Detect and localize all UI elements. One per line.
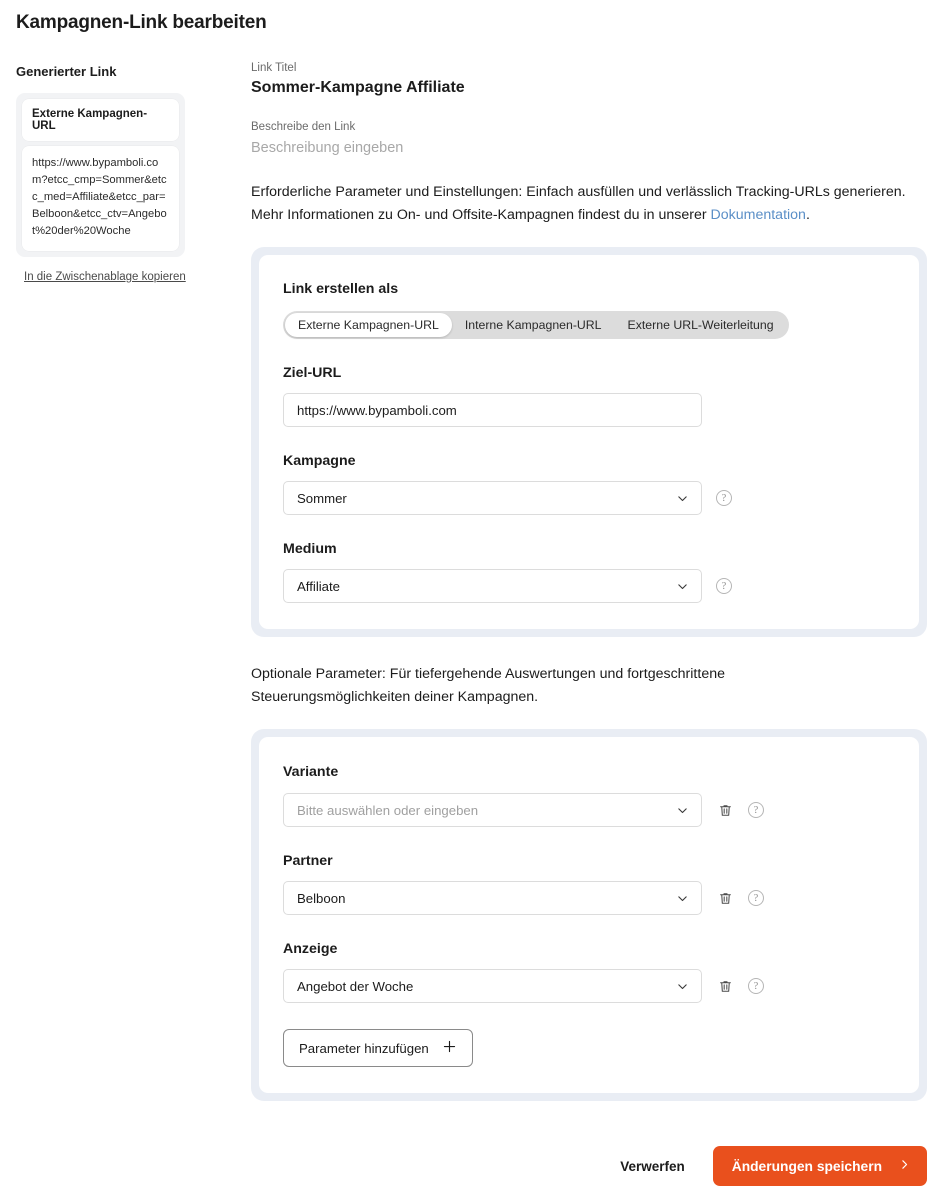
- discard-button[interactable]: Verwerfen: [614, 1158, 691, 1175]
- medium-help-icon[interactable]: ?: [716, 578, 732, 594]
- variante-select-value: Bitte auswählen oder eingeben: [297, 802, 479, 818]
- documentation-link[interactable]: Dokumentation: [711, 207, 806, 223]
- page-title: Kampagnen-Link bearbeiten: [16, 12, 267, 33]
- link-description-label: Beschreibe den Link: [251, 121, 356, 133]
- tab-externe-kampagnen-url[interactable]: Externe Kampagnen-URL: [285, 313, 452, 337]
- variante-label: Variante: [283, 764, 339, 780]
- chevron-down-icon: [676, 580, 689, 593]
- optional-parameters-card: Variante Bitte auswählen oder eingeben ?: [251, 729, 927, 1101]
- target-url-label: Ziel-URL: [283, 365, 342, 381]
- chevron-down-icon: [676, 804, 689, 817]
- anzeige-trash-icon[interactable]: [716, 977, 734, 995]
- required-parameters-card: Link erstellen als Externe Kampagnen-URL…: [251, 247, 927, 637]
- partner-label: Partner: [283, 853, 333, 869]
- generated-link-panel: Externe Kampagnen-URL https://www.bypamb…: [16, 93, 185, 258]
- partner-select-value: Belboon: [297, 890, 346, 906]
- anzeige-select-value: Angebot der Woche: [297, 978, 414, 994]
- anzeige-select[interactable]: Angebot der Woche: [283, 969, 702, 1003]
- partner-trash-icon[interactable]: [716, 889, 734, 907]
- variante-select[interactable]: Bitte auswählen oder eingeben: [283, 793, 702, 827]
- medium-select[interactable]: Affiliate: [283, 569, 702, 603]
- link-type-segmented-control[interactable]: Externe Kampagnen-URL Interne Kampagnen-…: [283, 311, 789, 339]
- campaign-select-value: Sommer: [297, 490, 347, 506]
- campaign-select[interactable]: Sommer: [283, 481, 702, 515]
- form-footer: Verwerfen Änderungen speichern: [614, 1146, 927, 1186]
- campaign-label: Kampagne: [283, 453, 356, 469]
- chevron-down-icon: [676, 980, 689, 993]
- chevron-down-icon: [676, 892, 689, 905]
- sidebar-heading: Generierter Link: [16, 64, 117, 79]
- intro-paragraph: Erforderliche Parameter und Einstellunge…: [251, 181, 911, 227]
- plus-icon: [442, 1039, 457, 1057]
- link-title-label: Link Titel: [251, 62, 297, 74]
- link-type-section-label: Link erstellen als: [283, 281, 399, 297]
- anzeige-label: Anzeige: [283, 941, 338, 957]
- variante-trash-icon[interactable]: [716, 801, 734, 819]
- app-root: Kampagnen-Link bearbeiten Generierter Li…: [0, 0, 943, 1200]
- save-changes-button[interactable]: Änderungen speichern: [712, 1146, 927, 1186]
- add-parameter-button[interactable]: Parameter hinzufügen: [283, 1029, 473, 1067]
- link-title-value[interactable]: Sommer-Kampagne Affiliate: [251, 79, 927, 97]
- medium-label: Medium: [283, 541, 337, 557]
- main-column: Link Titel Sommer-Kampagne Affiliate Bes…: [251, 62, 927, 1101]
- campaign-help-icon[interactable]: ?: [716, 490, 732, 506]
- variante-help-icon[interactable]: ?: [748, 802, 764, 818]
- intro-text-part2: .: [805, 207, 810, 223]
- partner-help-icon[interactable]: ?: [748, 890, 764, 906]
- variante-field: Variante Bitte auswählen oder eingeben ?: [283, 763, 895, 827]
- anzeige-help-icon[interactable]: ?: [748, 978, 764, 994]
- copy-to-clipboard-link[interactable]: In die Zwischenablage kopieren: [24, 271, 186, 283]
- partner-select[interactable]: Belboon: [283, 881, 702, 915]
- campaign-field: Kampagne Sommer ?: [283, 453, 895, 515]
- add-parameter-label: Parameter hinzufügen: [299, 1040, 429, 1056]
- save-changes-label: Änderungen speichern: [731, 1158, 882, 1174]
- optional-parameters-hint: Optionale Parameter: Für tiefergehende A…: [251, 666, 725, 705]
- target-url-input[interactable]: https://www.bypamboli.com: [283, 393, 702, 427]
- target-url-field: Ziel-URL https://www.bypamboli.com: [283, 365, 895, 427]
- generated-link-type: Externe Kampagnen-URL: [22, 99, 179, 141]
- medium-field: Medium Affiliate ?: [283, 541, 895, 603]
- link-description-input[interactable]: Beschreibung eingeben: [251, 140, 927, 156]
- generated-link-url: https://www.bypamboli.com?etcc_cmp=Somme…: [22, 146, 179, 252]
- generated-link-sidebar: Generierter Link Externe Kampagnen-URL h…: [16, 64, 206, 285]
- tab-interne-kampagnen-url[interactable]: Interne Kampagnen-URL: [452, 313, 615, 337]
- tab-externe-url-weiterleitung[interactable]: Externe URL-Weiterleitung: [615, 313, 787, 337]
- anzeige-field: Anzeige Angebot der Woche ?: [283, 941, 895, 1003]
- chevron-right-icon: [898, 1158, 911, 1174]
- medium-select-value: Affiliate: [297, 578, 341, 594]
- chevron-down-icon: [676, 492, 689, 505]
- partner-field: Partner Belboon ?: [283, 853, 895, 915]
